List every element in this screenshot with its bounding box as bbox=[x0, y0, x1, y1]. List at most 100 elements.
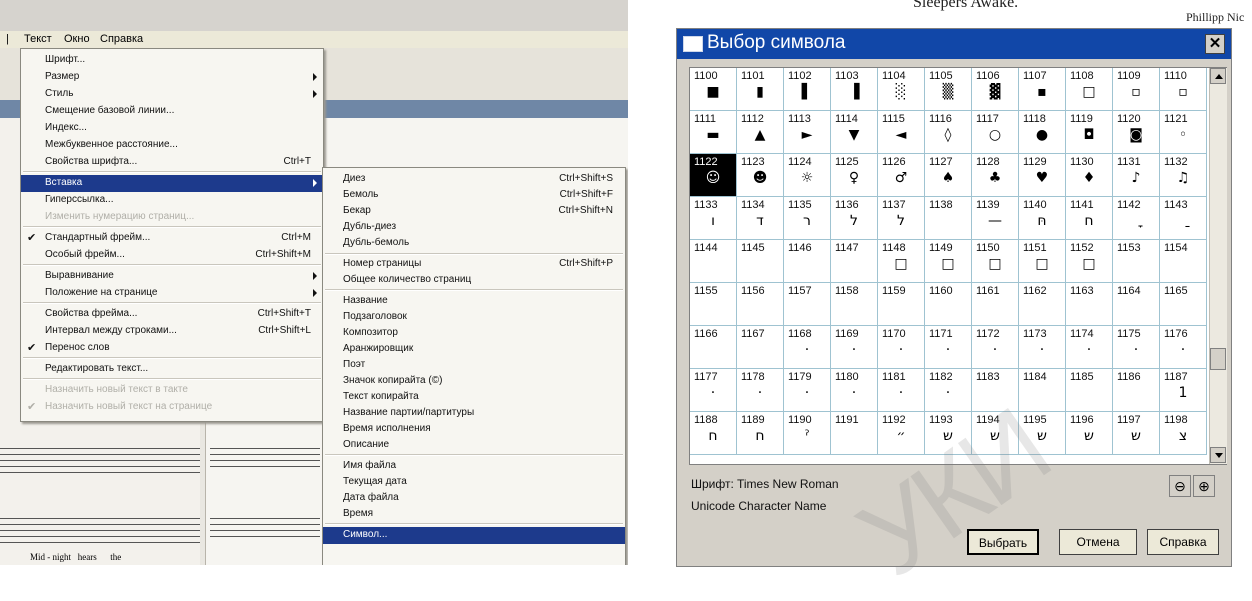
text-menu-item[interactable]: Размер bbox=[21, 69, 323, 86]
character-cell[interactable]: 1103 ▐ bbox=[831, 68, 878, 111]
character-cell[interactable]: 1179 · bbox=[784, 369, 831, 412]
character-cell[interactable]: 1161 bbox=[972, 283, 1019, 326]
menubar-item-text[interactable]: Текст bbox=[24, 33, 52, 45]
character-cell[interactable]: 1131 ♪ bbox=[1113, 154, 1160, 197]
character-cell[interactable]: 1168 · bbox=[784, 326, 831, 369]
character-cell[interactable]: 1116 ◊ bbox=[925, 111, 972, 154]
insert-menu-item[interactable]: Диез Ctrl+Shift+S bbox=[323, 171, 625, 188]
character-cell[interactable]: 1189 ח bbox=[737, 412, 784, 455]
character-cell[interactable]: 1155 bbox=[690, 283, 737, 326]
character-cell[interactable]: 1188 ח bbox=[690, 412, 737, 455]
character-cell[interactable]: 1176 · bbox=[1160, 326, 1207, 369]
character-cell[interactable]: 1159 bbox=[878, 283, 925, 326]
character-cell[interactable]: 1127 ♠ bbox=[925, 154, 972, 197]
character-cell[interactable]: 1120 ◙ bbox=[1113, 111, 1160, 154]
character-cell[interactable]: 1112 ▲ bbox=[737, 111, 784, 154]
text-menu-item[interactable]: Шрифт... bbox=[21, 52, 323, 69]
character-cell[interactable]: 1129 ♥ bbox=[1019, 154, 1066, 197]
close-button[interactable]: ✕ bbox=[1205, 34, 1225, 54]
text-menu-item[interactable]: Индекс... bbox=[21, 120, 323, 137]
insert-menu-item[interactable]: Текущая дата bbox=[323, 474, 625, 491]
character-cell[interactable]: 1154 bbox=[1160, 240, 1207, 283]
character-cell[interactable]: 1130 ♦ bbox=[1066, 154, 1113, 197]
grid-scrollbar[interactable] bbox=[1209, 68, 1227, 464]
insert-menu-item[interactable]: Бекар Ctrl+Shift+N bbox=[323, 203, 625, 220]
character-cell[interactable]: 1117 ○ bbox=[972, 111, 1019, 154]
character-cell[interactable]: 1151 □ bbox=[1019, 240, 1066, 283]
character-cell[interactable]: 1145 bbox=[737, 240, 784, 283]
character-cell[interactable]: 1133 ו bbox=[690, 197, 737, 240]
text-menu-item[interactable]: Гиперссылка... bbox=[21, 192, 323, 209]
character-cell[interactable]: 1107 ▪ bbox=[1019, 68, 1066, 111]
character-cell[interactable]: 1152 □ bbox=[1066, 240, 1113, 283]
insert-menu-item[interactable]: Номер страницы Ctrl+Shift+P bbox=[323, 256, 625, 273]
insert-menu-item[interactable]: Символ... bbox=[323, 527, 625, 544]
character-cell[interactable]: 1181 · bbox=[878, 369, 925, 412]
character-cell[interactable]: 1108 □ bbox=[1066, 68, 1113, 111]
text-menu-item[interactable]: Смещение базовой линии... bbox=[21, 103, 323, 120]
character-cell[interactable]: 1135 ר bbox=[784, 197, 831, 240]
insert-menu-item[interactable]: Аранжировщик bbox=[323, 341, 625, 358]
insert-menu-item[interactable]: Бемоль Ctrl+Shift+F bbox=[323, 187, 625, 204]
character-cell[interactable]: 1144 bbox=[690, 240, 737, 283]
character-cell[interactable]: 1121 ◦ bbox=[1160, 111, 1207, 154]
character-cell[interactable]: 1175 · bbox=[1113, 326, 1160, 369]
character-cell[interactable]: 1166 bbox=[690, 326, 737, 369]
character-cell[interactable]: 1173 · bbox=[1019, 326, 1066, 369]
character-cell[interactable]: 1170 · bbox=[878, 326, 925, 369]
insert-menu-item[interactable]: Описание bbox=[323, 437, 625, 454]
character-cell[interactable]: 1101 ▮ bbox=[737, 68, 784, 111]
text-menu-item[interactable]: Стиль bbox=[21, 86, 323, 103]
insert-menu-item[interactable]: Общее количество страниц bbox=[323, 272, 625, 289]
character-cell[interactable]: 1118 ● bbox=[1019, 111, 1066, 154]
character-cell[interactable]: 1134 ד bbox=[737, 197, 784, 240]
insert-menu-item[interactable]: Поэт bbox=[323, 357, 625, 374]
character-cell[interactable]: 1140ּח bbox=[1019, 197, 1066, 240]
insert-menu-item[interactable]: Композитор bbox=[323, 325, 625, 342]
character-cell[interactable]: 1190 ˀ bbox=[784, 412, 831, 455]
character-cell[interactable]: 1124 ☼ bbox=[784, 154, 831, 197]
text-menu-item[interactable]: ✔ Стандартный фрейм... Ctrl+M bbox=[21, 230, 323, 247]
character-cell[interactable]: 1169 · bbox=[831, 326, 878, 369]
character-cell[interactable]: 1104 ░ bbox=[878, 68, 925, 111]
insert-menu-item[interactable]: Дата файла bbox=[323, 490, 625, 507]
character-cell[interactable]: 1122 ☺ bbox=[690, 154, 737, 197]
character-cell[interactable]: 1125 ♀ bbox=[831, 154, 878, 197]
insert-menu-item[interactable]: Дубль-бемоль bbox=[323, 235, 625, 252]
insert-menu-item[interactable]: Время bbox=[323, 506, 625, 523]
character-cell[interactable]: 1153 bbox=[1113, 240, 1160, 283]
character-cell[interactable]: 1150 □ bbox=[972, 240, 1019, 283]
character-cell[interactable]: 1143ַ bbox=[1160, 197, 1207, 240]
character-cell[interactable]: 1115 ◄ bbox=[878, 111, 925, 154]
character-cell[interactable]: 1164 bbox=[1113, 283, 1160, 326]
character-cell[interactable]: 1113 ► bbox=[784, 111, 831, 154]
character-cell[interactable]: 1139 — bbox=[972, 197, 1019, 240]
character-cell[interactable]: 1105 ▒ bbox=[925, 68, 972, 111]
help-button[interactable]: Справка bbox=[1147, 529, 1219, 555]
character-cell[interactable]: 1137 ל bbox=[878, 197, 925, 240]
character-cell[interactable]: 1100 ■ bbox=[690, 68, 737, 111]
character-cell[interactable]: 1106 ▓ bbox=[972, 68, 1019, 111]
character-cell[interactable]: 1114 ▼ bbox=[831, 111, 878, 154]
text-menu-item[interactable]: Редактировать текст... bbox=[21, 361, 323, 378]
character-cell[interactable]: 1126 ♂ bbox=[878, 154, 925, 197]
insert-menu-item[interactable]: Имя файла bbox=[323, 458, 625, 475]
character-cell[interactable]: 1132 ♫ bbox=[1160, 154, 1207, 197]
menubar-item-help[interactable]: Справка bbox=[100, 33, 143, 45]
character-cell[interactable]: 1136 ל bbox=[831, 197, 878, 240]
character-cell[interactable]: 1128 ♣ bbox=[972, 154, 1019, 197]
menubar-item-prev[interactable]: | bbox=[6, 33, 9, 45]
character-cell[interactable]: 1191 bbox=[831, 412, 878, 455]
insert-menu-item[interactable]: Название bbox=[323, 293, 625, 310]
character-cell[interactable]: 1177 · bbox=[690, 369, 737, 412]
scroll-up-button[interactable] bbox=[1210, 68, 1226, 84]
character-cell[interactable]: 1184 bbox=[1019, 369, 1066, 412]
character-cell[interactable]: 1165 bbox=[1160, 283, 1207, 326]
character-cell[interactable]: 1172 · bbox=[972, 326, 1019, 369]
text-menu-item[interactable]: Межбуквенное расстояние... bbox=[21, 137, 323, 154]
character-cell[interactable]: 1148 □ bbox=[878, 240, 925, 283]
character-cell[interactable]: 1123 ☻ bbox=[737, 154, 784, 197]
insert-menu-item[interactable]: Название партии/партитуры bbox=[323, 405, 625, 422]
insert-menu-item[interactable]: Текст копирайта bbox=[323, 389, 625, 406]
insert-menu-item[interactable]: Подзаголовок bbox=[323, 309, 625, 326]
